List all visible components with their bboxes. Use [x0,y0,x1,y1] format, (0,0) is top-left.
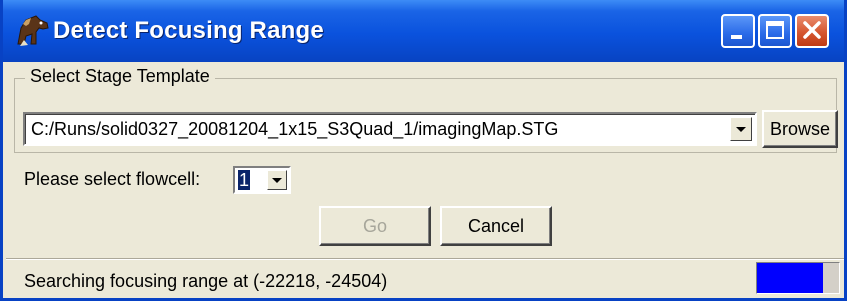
go-button[interactable]: Go [319,206,431,246]
flowcell-select[interactable]: 1 [233,166,291,194]
close-icon [803,21,821,39]
flowcell-dropdown-button[interactable] [267,170,287,190]
close-button[interactable] [795,14,829,48]
maximize-icon [766,21,784,39]
dialog-window: Detect Focusing Range Select Stage Templ… [0,0,847,301]
stage-template-combobox[interactable]: C:/Runs/solid0327_20081204_1x15_S3Quad_1… [23,112,757,146]
flowcell-label: Please select flowcell: [24,169,201,189]
status-divider [6,258,844,260]
stage-template-path: C:/Runs/solid0327_20081204_1x15_S3Quad_1… [31,119,559,139]
status-text: Searching focusing range at (-22218, -24… [24,271,388,291]
progress-bar [756,262,840,294]
minimize-icon [731,35,742,39]
chevron-down-icon [736,127,746,132]
dropdown-button[interactable] [730,117,752,141]
cancel-button[interactable]: Cancel [440,206,552,246]
chevron-down-icon [272,178,282,183]
stage-template-label: Select Stage Template [25,66,215,87]
minimize-button[interactable] [721,14,755,48]
horse-icon [17,15,49,46]
maximize-button[interactable] [758,14,792,48]
flowcell-value: 1 [238,170,250,190]
progress-fill [757,263,823,293]
window-title: Detect Focusing Range [53,17,324,44]
title-bar[interactable]: Detect Focusing Range [3,0,844,62]
browse-button[interactable]: Browse [762,110,838,148]
